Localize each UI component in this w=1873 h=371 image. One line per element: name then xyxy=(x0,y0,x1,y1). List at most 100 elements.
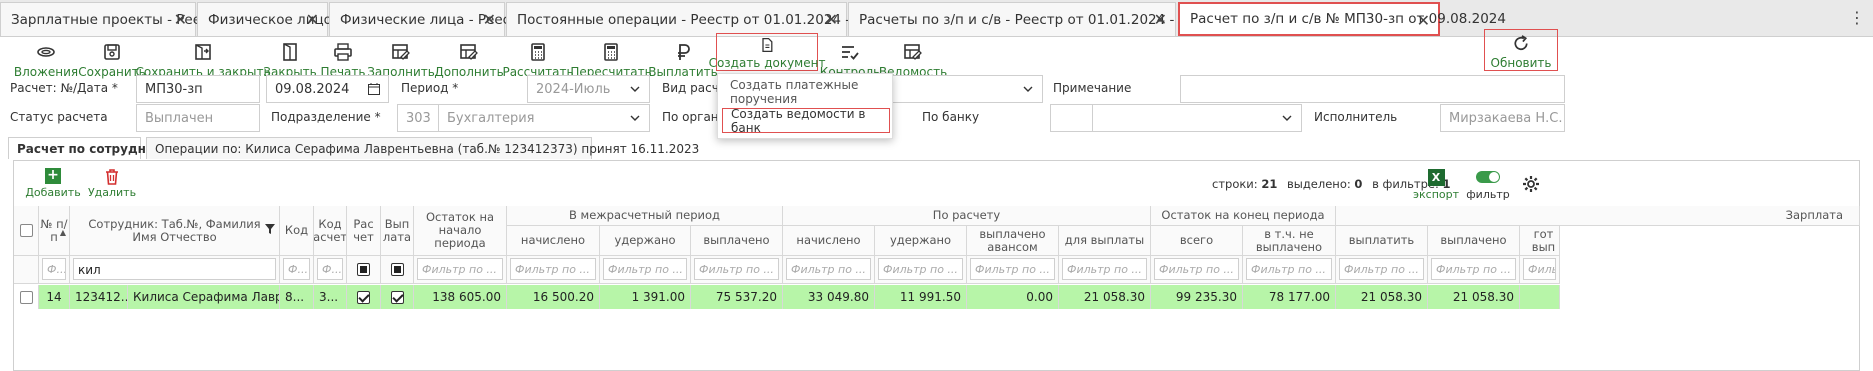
filter-to-pay2-input[interactable]: Фильтр по ... xyxy=(1339,258,1424,280)
header-code[interactable]: Код xyxy=(280,206,314,256)
supplement-label: Дополнить xyxy=(434,65,504,79)
tab-salary-projects[interactable]: Зарплатные проекты - Реестр ✕ xyxy=(0,2,225,36)
calendar-icon[interactable] xyxy=(368,83,380,95)
filter-unpaid-cell: Фильтр по ... xyxy=(1243,256,1336,284)
row-calc-checkbox[interactable] xyxy=(357,290,370,304)
more-menu-icon[interactable]: ⋮ xyxy=(1849,8,1865,27)
filter-paid2-input[interactable]: Фильтр по ... xyxy=(1431,258,1516,280)
filter-unpaid-input[interactable]: Фильтр по ... xyxy=(1246,258,1332,280)
table-add-icon xyxy=(460,44,478,60)
filter-accrued2-input[interactable]: Фильтр по ... xyxy=(786,258,871,280)
filter-calc-checkbox[interactable] xyxy=(357,263,370,276)
create-payment-orders-item[interactable]: Создать платежные поручения xyxy=(722,78,888,106)
close-icon[interactable]: ✕ xyxy=(1154,10,1167,29)
filter-withheld2-input[interactable]: Фильтр по ... xyxy=(878,258,963,280)
close-icon[interactable]: ✕ xyxy=(483,10,496,29)
close-icon[interactable]: ✕ xyxy=(825,10,838,29)
header-pay[interactable]: Вып лата xyxy=(381,206,414,256)
tab-operations-employee[interactable]: Операции по: Килиса Серафима Лаврентьевн… xyxy=(146,137,699,159)
header-to-pay2[interactable]: выплатить xyxy=(1336,226,1428,256)
filter-withheld-input[interactable]: Фильтр по ... xyxy=(603,258,687,280)
save-button[interactable]: Сохранить xyxy=(78,42,146,82)
header-accrued2[interactable]: начислено xyxy=(783,226,875,256)
create-bank-statements-item[interactable]: Создать ведомости в банк xyxy=(722,107,890,135)
calc-number-input[interactable]: МП30-зп xyxy=(136,75,260,103)
filter-pay-cell xyxy=(381,256,414,284)
header-accrued[interactable]: начислено xyxy=(507,226,600,256)
row-pay-checkbox[interactable] xyxy=(390,290,404,304)
row-withheld: 1 391.00 xyxy=(600,285,691,309)
filter-employee-input[interactable]: кил xyxy=(73,258,276,280)
header-calc[interactable]: Рас чет xyxy=(347,206,381,256)
filter-accrued2-cell: Фильтр по ... xyxy=(783,256,875,284)
filter-opening-input[interactable]: Фильтр по ... xyxy=(417,258,503,280)
filter-num-input[interactable]: Ф... xyxy=(42,258,66,280)
note-input[interactable] xyxy=(1180,75,1565,103)
filter-paid-advance-input[interactable]: Фильтр по ... xyxy=(970,258,1055,280)
create-document-button[interactable]: Создать документ xyxy=(709,33,825,71)
header-opening[interactable]: Остаток на начало периода xyxy=(414,206,507,256)
filter-toggle[interactable]: фильтр xyxy=(1466,169,1510,203)
header-calc-code[interactable]: Код расчета xyxy=(314,206,347,256)
row-ready xyxy=(1520,285,1560,309)
filter-label: фильтр xyxy=(1466,188,1510,201)
header-ready[interactable]: гот вып xyxy=(1520,226,1560,256)
bank-code-input[interactable] xyxy=(1050,104,1093,132)
gear-icon[interactable] xyxy=(1522,175,1540,193)
close-icon[interactable]: ✕ xyxy=(306,10,319,29)
select-all-checkbox[interactable] xyxy=(19,224,33,237)
tab-label: Расчет по з/п и с/в № МП30-зп от 09.08.2… xyxy=(1190,11,1506,27)
filter-pay-checkbox[interactable] xyxy=(390,263,404,276)
pay-button[interactable]: Выплатить xyxy=(648,42,718,82)
filter-calc-code-input[interactable]: Ф... xyxy=(317,258,343,280)
filter-to-pay-input[interactable]: Фильтр по ... xyxy=(1062,258,1147,280)
header-withheld[interactable]: удержано xyxy=(600,226,691,256)
calc-date-input[interactable]: 09.08.2024 xyxy=(266,75,389,103)
calc-type-select[interactable] xyxy=(890,75,1043,103)
tab-individuals-registry[interactable]: Физические лица - Реестр ✕ xyxy=(329,2,527,36)
header-num[interactable]: № п/п ▲ xyxy=(39,206,70,256)
supplement-button[interactable]: Дополнить xyxy=(434,42,504,82)
filter-ready-input[interactable]: Фильтр по ... xyxy=(1523,258,1556,280)
dept-code-input[interactable]: 303 xyxy=(397,104,439,132)
refresh-button[interactable]: Обновить xyxy=(1484,29,1558,71)
close-icon[interactable]: ✕ xyxy=(174,10,187,29)
header-total[interactable]: всего xyxy=(1151,226,1243,256)
bank-select[interactable] xyxy=(1092,104,1302,132)
row-paid: 75 537.20 xyxy=(691,285,783,309)
excel-icon: X xyxy=(1427,169,1445,186)
filter-accrued-cell: Фильтр по ... xyxy=(507,256,600,284)
delete-button[interactable]: Удалить xyxy=(88,168,136,202)
close-icon[interactable]: ✕ xyxy=(1417,11,1430,30)
add-button[interactable]: + Добавить xyxy=(25,168,80,202)
calc-date-value: 09.08.2024 xyxy=(275,81,350,97)
filter-total-input[interactable]: Фильтр по ... xyxy=(1154,258,1239,280)
tab-salary-calc-document[interactable]: Расчет по з/п и с/в № МП30-зп от 09.08.2… xyxy=(1178,2,1506,36)
header-paid[interactable]: выплачено xyxy=(691,226,783,256)
period-select[interactable]: 2024-Июль xyxy=(527,75,650,103)
filter-employee-cell: кил xyxy=(70,256,280,284)
header-withheld2[interactable]: удержано xyxy=(875,226,967,256)
filter-accrued-input[interactable]: Фильтр по ... xyxy=(510,258,596,280)
header-employee[interactable]: Сотрудник: Таб.№, Фамилия Имя Отчество xyxy=(70,206,280,256)
header-unpaid[interactable]: в т.ч. не выплачено xyxy=(1243,226,1336,256)
tab-salary-calculations[interactable]: Расчеты по з/п и с/в - Реестр от 01.01.2… xyxy=(848,2,1256,36)
tab-calc-by-employees[interactable]: Расчет по сотрудникам xyxy=(8,137,180,159)
filter-cell-empty xyxy=(14,256,39,284)
filter-calc-code-cell: Ф... xyxy=(314,256,347,284)
filter-paid-input[interactable]: Фильтр по ... xyxy=(694,258,779,280)
tab-permanent-operations[interactable]: Постоянные операции - Реестр от 01.01.20… xyxy=(506,2,932,36)
rows-label: строки: xyxy=(1212,177,1258,191)
tab-individual[interactable]: Физическое лицо ✕ xyxy=(197,2,332,36)
dept-select[interactable]: Бухгалтерия xyxy=(438,104,650,132)
filter-funnel-icon[interactable] xyxy=(265,224,275,234)
header-to-pay[interactable]: для выплаты xyxy=(1059,226,1151,256)
export-button[interactable]: X экспорт xyxy=(1413,169,1459,203)
row-checkbox[interactable] xyxy=(19,290,33,304)
row-paid2: 21 058.30 xyxy=(1428,285,1520,309)
header-paid2[interactable]: выплачено xyxy=(1428,226,1520,256)
row-unpaid: 78 177.00 xyxy=(1243,285,1336,309)
filter-code-input[interactable]: Ф... xyxy=(283,258,310,280)
attachments-button[interactable]: Вложения xyxy=(14,42,78,82)
header-paid-advance[interactable]: выплачено авансом xyxy=(967,226,1059,256)
